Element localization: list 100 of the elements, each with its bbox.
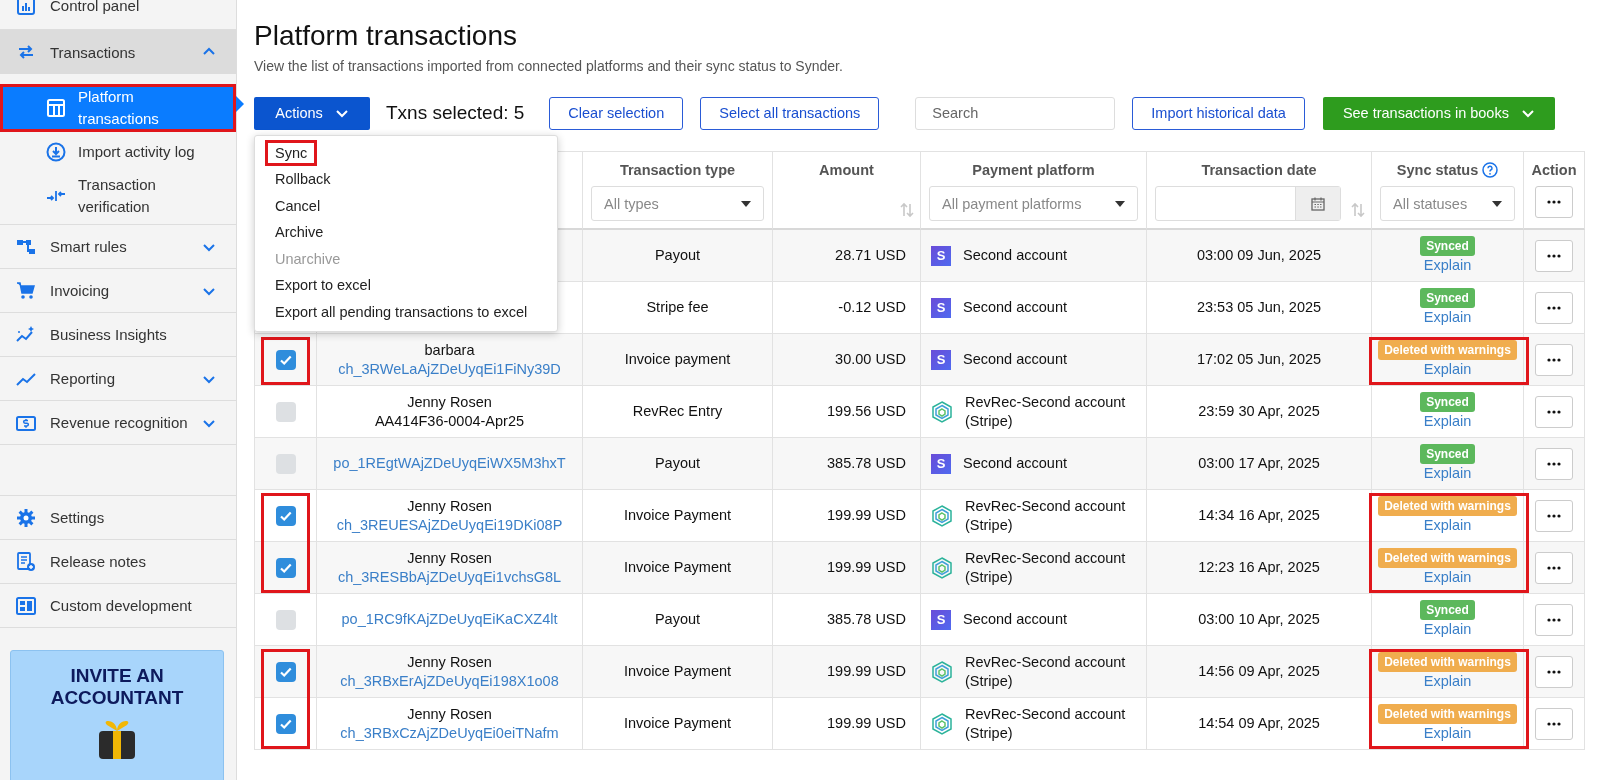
platform-name: RevRec-Second account (Stripe) (965, 548, 1127, 587)
explain-link[interactable]: Explain (1423, 620, 1472, 639)
row-checkbox[interactable] (275, 557, 296, 578)
more-button[interactable] (1535, 343, 1573, 376)
sidebar-item[interactable]: Release notes (0, 540, 236, 584)
row-checkbox[interactable] (275, 505, 296, 526)
dashboard-grid-icon (16, 595, 36, 616)
promo-title: INVITE AN ACCOUNTANT (49, 665, 185, 709)
bar-chart-icon (16, 0, 36, 16)
transaction-id-link[interactable]: po_1REgtWAjZDeUyqEiWX5M3hxT (333, 454, 566, 473)
help-icon[interactable] (1482, 162, 1499, 178)
clear-selection-button[interactable]: Clear selection (549, 96, 684, 130)
row-checkbox[interactable] (275, 609, 296, 630)
amount: 28.71 USD (835, 246, 906, 265)
more-button[interactable] (1535, 239, 1573, 272)
explain-link[interactable]: Explain (1423, 360, 1472, 379)
explain-link[interactable]: Explain (1423, 724, 1472, 743)
sidebar-item[interactable]: Invoicing (0, 269, 236, 313)
more-icon (1547, 461, 1561, 466)
amount: 199.99 USD (827, 714, 906, 733)
date-filter-field[interactable] (1155, 186, 1341, 221)
selected-count: Txns selected: 5 (386, 102, 525, 124)
row-checkbox[interactable] (275, 401, 296, 422)
explain-link[interactable]: Explain (1423, 308, 1472, 327)
more-button[interactable] (1535, 395, 1573, 428)
sort-icon[interactable] (900, 202, 914, 218)
menu-item[interactable]: Export all pending transactions to excel (265, 298, 538, 325)
actions-button[interactable]: Actions (254, 96, 370, 130)
sort-icon[interactable] (1351, 202, 1365, 218)
explain-link[interactable]: Explain (1423, 672, 1472, 691)
explain-link[interactable]: Explain (1423, 412, 1472, 431)
sidebar-subitem[interactable]: Import activity log (0, 132, 236, 172)
row-checkbox[interactable] (275, 713, 296, 734)
customer-name: Jenny Rosen (407, 496, 492, 516)
customer-name: Jenny Rosen (407, 704, 492, 724)
sidebar-subitem[interactable]: Transaction verification (0, 172, 236, 220)
sidebar-item[interactable]: Settings (0, 496, 236, 540)
settings-icon (16, 507, 36, 528)
amount: 199.99 USD (827, 506, 906, 525)
customer-name: Jenny Rosen (407, 652, 492, 672)
amount: 385.78 USD (827, 610, 906, 629)
row-checkbox[interactable] (275, 349, 296, 370)
row-checkbox[interactable] (275, 453, 296, 474)
transaction-date: 23:53 05 Jun, 2025 (1196, 298, 1322, 317)
promo-banner[interactable]: INVITE AN ACCOUNTANT (10, 650, 224, 780)
transaction-id-link[interactable]: ch_3RBxCzAjZDeUyqEi0eiTNafm (340, 723, 559, 743)
transaction-type: Invoice Payment (623, 506, 732, 525)
sidebar-item[interactable]: Revenue recognition (0, 401, 236, 445)
menu-item[interactable]: Export to excel (265, 272, 381, 299)
filter-dropdown[interactable]: All types (591, 186, 764, 221)
more-icon (1547, 357, 1561, 362)
sidebar-item[interactable]: Smart rules (0, 225, 236, 269)
menu-item[interactable]: Sync (265, 139, 318, 166)
page-subtitle: View the list of transactions imported from connected platforms and their sync status to Synder. (254, 58, 844, 74)
filter-dropdown[interactable]: All payment platforms (929, 186, 1138, 221)
books-button[interactable]: See transactions in books (1322, 96, 1555, 130)
transaction-id-link[interactable]: po_1RC9fKAjZDeUyqEiKaCXZ4lt (341, 610, 558, 629)
filter-dropdown[interactable]: All statuses (1380, 186, 1515, 221)
more-button[interactable] (1535, 186, 1573, 218)
platform-name: Second account (963, 610, 1068, 629)
transaction-id-link[interactable]: ch_3RBxErAjZDeUyqEi198X1o08 (340, 671, 559, 691)
transaction-date: 14:54 09 Apr, 2025 (1198, 714, 1320, 733)
more-button[interactable] (1535, 447, 1573, 480)
more-button[interactable] (1535, 291, 1573, 324)
explain-link[interactable]: Explain (1423, 568, 1472, 587)
transaction-id-link[interactable]: ch_3REUESAjZDeUyqEi19DKi08P (336, 515, 563, 535)
more-button[interactable] (1535, 499, 1573, 532)
more-button[interactable] (1535, 603, 1573, 636)
menu-item[interactable]: Rollback (265, 166, 341, 193)
search-field[interactable]: Search (915, 96, 1116, 130)
column-header: Transaction date (1201, 162, 1317, 178)
amount: 385.78 USD (827, 454, 906, 473)
platform-logo: S (931, 609, 951, 630)
select-all-button[interactable]: Select all transactions (700, 96, 880, 130)
menu-item[interactable]: Cancel (265, 192, 331, 219)
sidebar-item[interactable]: Transactions (0, 30, 236, 74)
explain-link[interactable]: Explain (1423, 516, 1472, 535)
sidebar-item[interactable]: Business Insights (0, 313, 236, 357)
transaction-id-link[interactable]: ch_3RWeLaAjZDeUyqEi1FiNy39D (338, 359, 561, 379)
row-checkbox[interactable] (275, 661, 296, 682)
explain-link[interactable]: Explain (1423, 464, 1472, 483)
download-icon (46, 142, 66, 162)
status-badge: Synced (1420, 444, 1475, 464)
more-button[interactable] (1535, 707, 1573, 740)
more-button[interactable] (1535, 655, 1573, 688)
menu-item[interactable]: Archive (265, 219, 334, 246)
column-header: Action (1531, 162, 1577, 178)
transaction-type: Payout (654, 246, 701, 265)
more-button[interactable] (1535, 551, 1573, 584)
page-title: Platform transactions (254, 20, 518, 52)
status-badge: Deleted with warnings (1378, 340, 1517, 360)
import-button[interactable]: Import historical data (1132, 96, 1305, 130)
explain-link[interactable]: Explain (1423, 256, 1472, 275)
platform-name: Second account (963, 454, 1068, 473)
sidebar-item[interactable]: Custom development (0, 584, 236, 628)
more-icon (1547, 305, 1561, 310)
status-badge: Deleted with warnings (1378, 652, 1517, 672)
transaction-id-link[interactable]: ch_3RESBbAjZDeUyqEi1vchsG8L (337, 567, 562, 587)
caret-down-icon (741, 200, 751, 207)
sidebar-item[interactable]: Reporting (0, 357, 236, 401)
